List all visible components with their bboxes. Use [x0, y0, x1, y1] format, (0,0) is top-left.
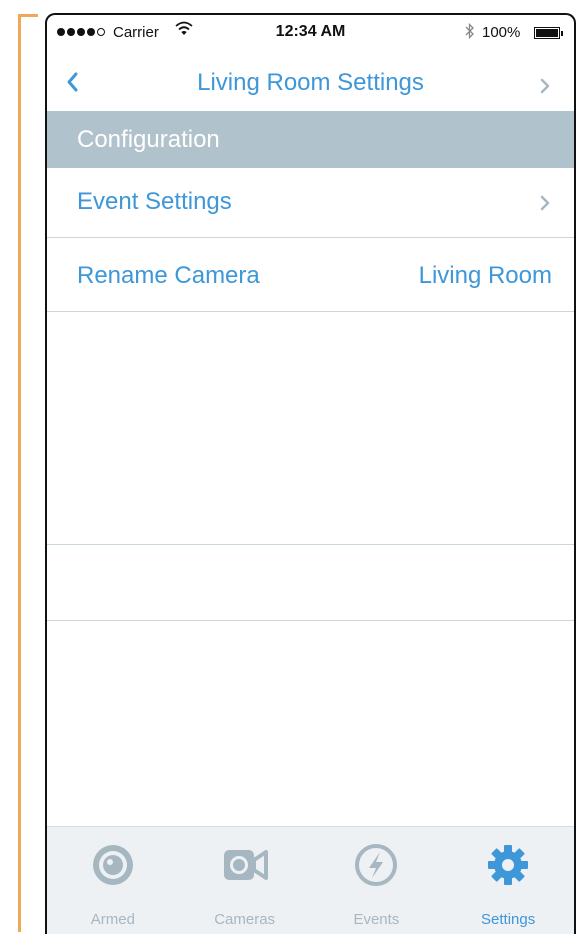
section-header: Configuration — [47, 111, 574, 168]
battery-percentage: 100% — [482, 24, 521, 41]
status-bar: Carrier 12:34 AM 100% — [47, 15, 574, 53]
navigation-bar: Living Room Settings — [47, 53, 574, 111]
tab-settings[interactable]: Settings — [442, 827, 574, 934]
page-title: Living Room Settings — [197, 69, 424, 96]
annotation-bracket — [18, 14, 38, 932]
phone-screen: Carrier 12:34 AM 100% Living Room Settin… — [45, 13, 576, 934]
event-settings-row[interactable]: Event Settings — [47, 168, 574, 238]
tab-cameras[interactable]: Cameras — [179, 827, 311, 934]
armed-icon — [89, 841, 137, 889]
section-header-label: Configuration — [77, 126, 220, 153]
rename-camera-row[interactable]: Rename Camera Living Room — [47, 238, 574, 312]
tab-settings-label: Settings — [481, 911, 536, 928]
event-settings-label: Event Settings — [77, 188, 232, 215]
empty-list-area — [47, 312, 574, 545]
tab-armed-label: Armed — [90, 911, 135, 928]
events-icon — [352, 841, 400, 889]
camera-name-value[interactable]: Living Room — [419, 262, 552, 290]
tab-events[interactable]: Events — [311, 827, 443, 934]
battery-icon — [534, 27, 560, 39]
tab-cameras-label: Cameras — [214, 911, 276, 928]
tab-armed[interactable]: Armed — [47, 827, 179, 934]
empty-list-row — [47, 545, 574, 621]
battery-tip — [561, 31, 563, 36]
tab-events-label: Events — [353, 911, 400, 928]
gear-icon — [484, 841, 532, 889]
rename-camera-label: Rename Camera — [77, 262, 260, 289]
bluetooth-icon — [465, 22, 475, 44]
forward-chevron-icon[interactable] — [536, 71, 556, 101]
tab-bar: Armed Cameras Events Settings — [47, 826, 574, 934]
camera-icon — [221, 841, 269, 889]
chevron-right-icon — [536, 188, 556, 218]
